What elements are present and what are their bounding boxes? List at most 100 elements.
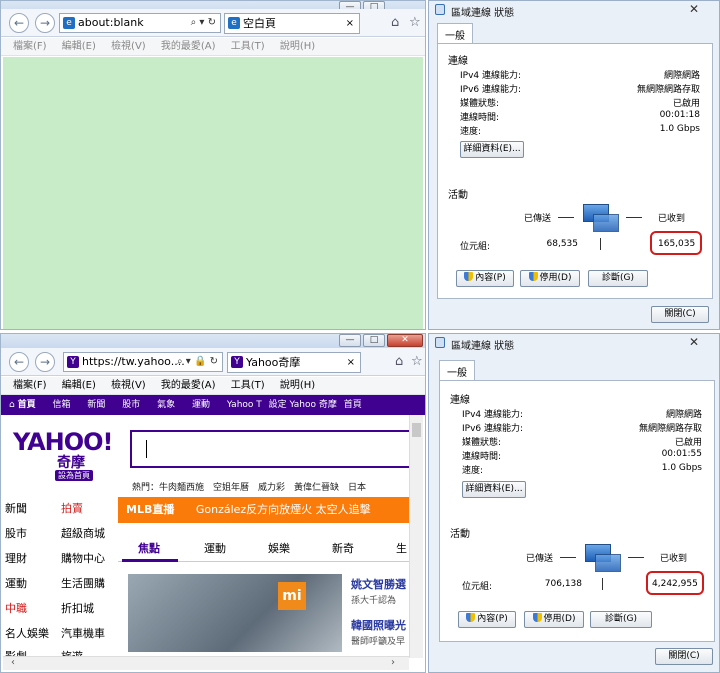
side-link-mall[interactable]: 超級商城 — [61, 525, 105, 541]
side-link-finance[interactable]: 理財 — [5, 550, 27, 566]
side-link-autos[interactable]: 汽車機車 — [61, 625, 105, 641]
side-link-shopping[interactable]: 購物中心 — [61, 550, 105, 566]
forward-icon[interactable]: → — [35, 352, 55, 372]
menu-file[interactable]: 檔案(F) — [13, 41, 47, 52]
tab-general[interactable]: 一般 — [439, 360, 475, 380]
forward-icon[interactable]: → — [35, 13, 55, 33]
yahoo-nav-sethome[interactable]: 設定 Yahoo 奇摩 — [269, 400, 337, 410]
details-button[interactable]: 詳細資料(E)... — [462, 481, 526, 498]
menu-favorites[interactable]: 我的最愛(A) — [161, 41, 216, 52]
tab-more[interactable]: 生 — [396, 540, 407, 556]
network-icon — [435, 337, 445, 348]
browser-window-bottom: — □ ✕ ← → Y https://tw.yahoo.... ⌕ ▾ 🔒 ↻… — [0, 333, 426, 673]
properties-button[interactable]: 內容(P) — [458, 611, 516, 628]
headline-1[interactable]: 姚文智勝選 — [351, 576, 406, 592]
menu-favorites[interactable]: 我的最愛(A) — [161, 380, 216, 391]
menu-tools[interactable]: 工具(T) — [231, 41, 265, 52]
side-link-stock[interactable]: 股市 — [5, 525, 27, 541]
menu-bar: 檔案(F) 編輯(E) 檢視(V) 我的最愛(A) 工具(T) 說明(H) — [1, 38, 425, 56]
menu-help[interactable]: 說明(H) — [280, 380, 315, 391]
headline-2[interactable]: 韓國照曝光 — [351, 617, 406, 633]
network-icon — [435, 4, 445, 15]
star-icon[interactable]: ☆ — [409, 15, 421, 30]
scroll-right-icon[interactable]: › — [391, 657, 395, 668]
address-tools[interactable]: ⌕ ▾ 🔒 ↻ — [177, 353, 218, 371]
news-photo[interactable]: mi — [128, 574, 342, 652]
menu-edit[interactable]: 編輯(E) — [62, 380, 96, 391]
back-icon[interactable]: ← — [9, 352, 29, 372]
address-bar[interactable]: e about:blank ⌕ ▾ ↻ — [59, 13, 221, 33]
yahoo-nav-stock[interactable]: 股市 — [122, 400, 140, 410]
close-icon[interactable]: ✕ — [675, 2, 713, 17]
side-link-celebrity[interactable]: 名人娛樂 — [5, 625, 49, 641]
menu-view[interactable]: 檢視(V) — [111, 380, 146, 391]
tab-general[interactable]: 一般 — [437, 23, 473, 43]
tab-odd[interactable]: 新奇 — [332, 540, 354, 556]
scroll-left-icon[interactable]: ‹ — [11, 657, 15, 668]
network-computers-icon-2 — [595, 554, 621, 572]
tab-sports[interactable]: 運動 — [204, 540, 226, 556]
yahoo-nav-mail[interactable]: 信箱 — [52, 400, 70, 410]
general-page: 連線 IPv4 連線能力: 網際網路 IPv6 連線能力: 無網際網路存取 媒體… — [439, 380, 715, 642]
maximize-button[interactable]: □ — [363, 334, 385, 347]
duration-value: 00:01:18 — [659, 110, 700, 120]
status-dialog-top: 區域連線 狀態 ✕ 一般 連線 IPv4 連線能力: 網際網路 IPv6 連線能… — [428, 0, 720, 330]
close-window-button[interactable]: ✕ — [387, 334, 423, 347]
properties-button[interactable]: 內容(P) — [456, 270, 514, 287]
activity-heading: 活動 — [448, 190, 468, 201]
divider — [602, 578, 603, 590]
nav-row: ← → Y https://tw.yahoo.... ⌕ ▾ 🔒 ↻ Y Yah… — [1, 348, 425, 376]
tab-entertainment[interactable]: 娛樂 — [268, 540, 290, 556]
duration-label: 連線時間: — [460, 113, 500, 123]
disable-button[interactable]: 停用(D) — [520, 270, 580, 287]
dialog-title: 區域連線 狀態 — [451, 341, 515, 352]
menu-edit[interactable]: 編輯(E) — [62, 41, 96, 52]
mlb-banner[interactable]: MLB直播 González反方向放煙火 太空人追擊 — [118, 497, 412, 523]
set-homepage-badge[interactable]: 設為首頁 — [55, 470, 93, 481]
details-button[interactable]: 詳細資料(E)... — [460, 141, 524, 158]
menu-tools[interactable]: 工具(T) — [231, 380, 265, 391]
back-icon[interactable]: ← — [9, 13, 29, 33]
tab-focus[interactable]: 焦點 — [138, 540, 160, 556]
yahoo-nav-news[interactable]: 新聞 — [87, 400, 105, 410]
menu-file[interactable]: 檔案(F) — [13, 380, 47, 391]
vertical-scrollbar[interactable] — [409, 415, 423, 658]
horizontal-scrollbar[interactable]: ‹ › — [3, 656, 409, 670]
menu-view[interactable]: 檢視(V) — [111, 41, 146, 52]
close-tab-icon[interactable]: × — [347, 353, 355, 372]
yahoo-nav-tv[interactable]: Yahoo T — [227, 400, 262, 410]
search-input[interactable] — [130, 430, 412, 468]
menu-help[interactable]: 說明(H) — [280, 41, 315, 52]
diagnose-button[interactable]: 診斷(G) — [590, 611, 652, 628]
star-icon[interactable]: ☆ — [411, 354, 423, 369]
diagnose-button[interactable]: 診斷(G) — [588, 270, 648, 287]
side-link-auction[interactable]: 拍賣 — [61, 500, 83, 516]
connection-heading: 連線 — [450, 395, 470, 406]
yahoo-nav-weather[interactable]: 氣象 — [157, 400, 175, 410]
close-icon[interactable]: ✕ — [675, 335, 713, 350]
tab-yahoo[interactable]: Y Yahoo奇摩 × — [227, 352, 361, 373]
disable-button[interactable]: 停用(D) — [524, 611, 584, 628]
yahoo-nav-home2[interactable]: 首頁 — [344, 400, 362, 410]
minimize-button[interactable]: — — [339, 334, 361, 347]
side-link-groupbuy[interactable]: 生活團購 — [61, 575, 105, 591]
speed-label: 速度: — [460, 127, 482, 137]
address-tools[interactable]: ⌕ ▾ ↻ — [191, 14, 216, 32]
side-link-news[interactable]: 新聞 — [5, 500, 27, 516]
close-button[interactable]: 關閉(C) — [651, 306, 709, 323]
side-link-cpbl[interactable]: 中職 — [5, 600, 27, 616]
address-bar[interactable]: Y https://tw.yahoo.... ⌕ ▾ 🔒 ↻ — [63, 352, 223, 372]
home-icon[interactable]: ⌂ — [391, 15, 399, 30]
disable-label: 停用(D) — [543, 614, 576, 624]
hot-searches[interactable]: 熱門：牛肉麵西施 空姐年曆 威力彩 黃偉仁晉缺 日本 — [132, 480, 366, 493]
side-link-sports[interactable]: 運動 — [5, 575, 27, 591]
yahoo-nav-home[interactable]: ⌂ 首頁 — [9, 400, 36, 410]
home-icon[interactable]: ⌂ — [395, 354, 403, 369]
tab-blank[interactable]: e 空白頁 × — [224, 13, 360, 34]
scroll-thumb[interactable] — [412, 423, 421, 437]
close-button[interactable]: 關閉(C) — [655, 648, 713, 665]
yahoo-nav-sports[interactable]: 運動 — [192, 400, 210, 410]
side-link-discount[interactable]: 折扣城 — [61, 600, 94, 616]
sent-bytes-value: 68,535 — [546, 239, 579, 249]
close-tab-icon[interactable]: × — [346, 14, 354, 33]
